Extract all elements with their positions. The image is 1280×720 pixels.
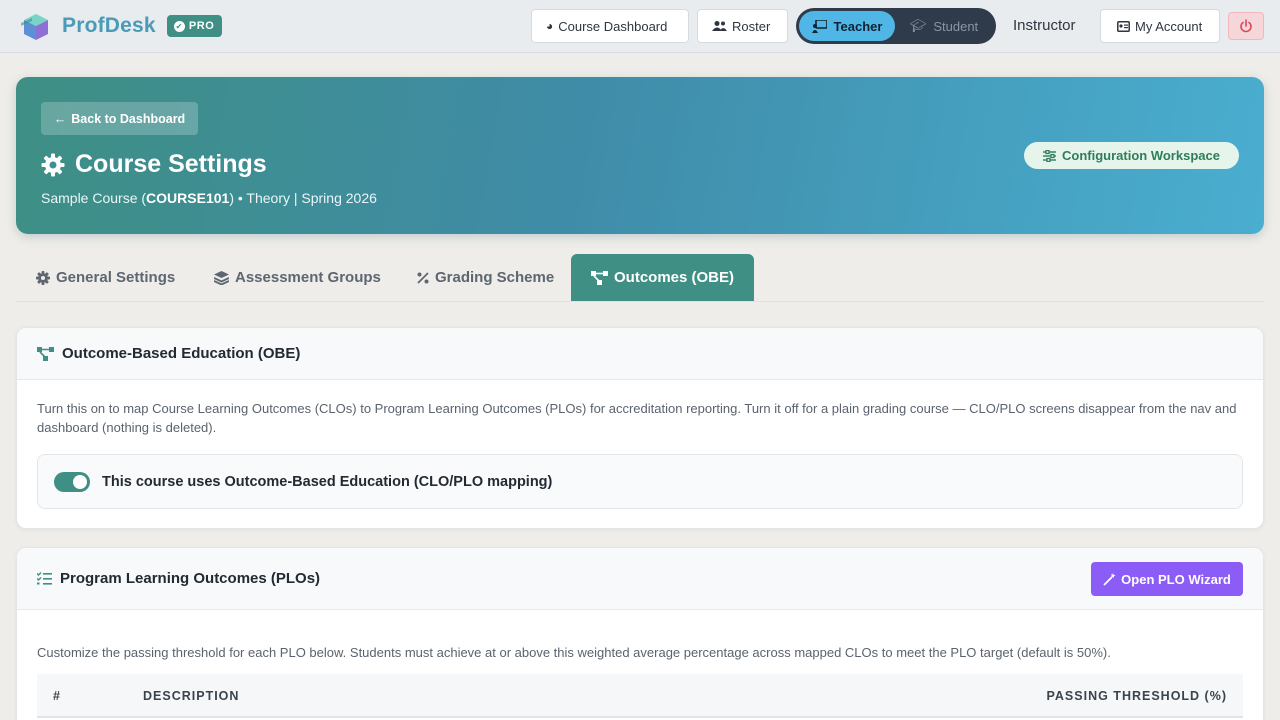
role-student-label: Student	[933, 18, 979, 34]
obe-card-title: Outcome-Based Education (OBE)	[62, 345, 301, 362]
role-toggle[interactable]: Teacher 🎓︎ Student	[796, 8, 996, 44]
teacher-board-icon	[811, 19, 827, 33]
pro-badge: ✔ PRO	[166, 15, 223, 37]
obe-toggle-row: This course uses Outcome-Based Education…	[37, 454, 1243, 509]
magic-wand-icon	[1103, 572, 1116, 586]
id-card-icon	[1117, 20, 1130, 32]
gear-icon	[36, 270, 50, 285]
course-subtitle: Sample Course (COURSE101) • Theory | Spr…	[41, 190, 377, 206]
toggle-knob	[73, 474, 87, 489]
obe-card-header: Outcome-Based Education (OBE)	[17, 328, 1263, 380]
workspace-label: Configuration Workspace	[1062, 148, 1220, 163]
list-check-icon	[37, 572, 52, 585]
obe-toggle-label[interactable]: This course uses Outcome-Based Education…	[102, 474, 552, 490]
my-account-button[interactable]: My Account	[1100, 9, 1220, 43]
user-role-label: Instructor	[1013, 17, 1076, 34]
tab-assessment-groups[interactable]: Assessment Groups	[214, 254, 381, 301]
column-header-number: #	[53, 689, 61, 703]
course-dashboard-button[interactable]: ◕ Course Dashboard	[531, 9, 689, 43]
obe-description: Turn this on to map Course Learning Outc…	[37, 401, 1237, 435]
course-code: COURSE101	[146, 190, 230, 206]
column-header-description: DESCRIPTION	[143, 689, 240, 703]
page-title-text: Course Settings	[75, 150, 267, 178]
percent-icon	[417, 271, 429, 284]
tab-outcomes-obe[interactable]: Outcomes (OBE)	[571, 254, 755, 301]
back-label: Back to Dashboard	[71, 111, 186, 126]
column-header-passing-threshold: PASSING THRESHOLD (%)	[1046, 689, 1227, 703]
dashboard-gauge-icon: ◕	[546, 19, 554, 33]
tab-grading-scheme-label: Grading Scheme	[435, 269, 555, 286]
tab-outcomes-obe-label: Outcomes (OBE)	[614, 269, 735, 286]
check-icon: ✔	[173, 20, 185, 32]
settings-tabs: General Settings Assessment Groups Gradi…	[16, 254, 1264, 302]
arrow-left-icon: ←	[53, 111, 67, 126]
course-name: Sample Course (	[41, 190, 147, 206]
configuration-workspace-badge: Configuration Workspace	[1024, 142, 1239, 169]
power-icon	[1240, 19, 1252, 33]
layers-icon	[214, 270, 229, 285]
users-icon	[712, 21, 727, 31]
graduation-cap-icon: 🎓︎	[909, 18, 927, 33]
open-plo-wizard-button[interactable]: Open PLO Wizard	[1091, 562, 1243, 596]
sliders-icon	[1043, 149, 1057, 162]
tab-assessment-groups-label: Assessment Groups	[235, 269, 381, 286]
plo-card: Program Learning Outcomes (PLOs) Open PL…	[16, 547, 1264, 720]
role-teacher-label: Teacher	[833, 18, 883, 34]
page-title: Course Settings	[41, 150, 267, 179]
course-dashboard-label: Course Dashboard	[558, 18, 668, 34]
course-settings-hero: ← Back to Dashboard Course Settings Samp…	[16, 77, 1264, 234]
role-student-button[interactable]: 🎓︎ Student	[895, 11, 993, 41]
brand-name: ProfDesk	[62, 14, 156, 37]
diagram-icon	[591, 270, 608, 285]
logout-button[interactable]	[1228, 12, 1264, 40]
course-meta: ) • Theory | Spring 2026	[229, 190, 377, 206]
plo-card-title: Program Learning Outcomes (PLOs)	[60, 570, 321, 587]
my-account-label: My Account	[1135, 18, 1203, 34]
top-navbar: ProfDesk ✔ PRO ◕ Course Dashboard Roster…	[0, 0, 1280, 53]
tab-general-settings[interactable]: General Settings	[36, 254, 175, 301]
tab-grading-scheme[interactable]: Grading Scheme	[417, 254, 554, 301]
role-teacher-button[interactable]: Teacher	[799, 11, 895, 41]
brand[interactable]: ProfDesk ✔ PRO	[18, 10, 223, 42]
tab-general-settings-label: General Settings	[56, 269, 176, 286]
cube-logo-icon	[21, 14, 48, 40]
obe-card: Outcome-Based Education (OBE) Turn this …	[16, 327, 1264, 529]
diagram-icon	[37, 346, 54, 361]
pro-badge-label: PRO	[188, 20, 215, 32]
gear-icon	[41, 153, 65, 176]
obe-toggle-switch[interactable]	[54, 471, 90, 492]
open-plo-wizard-label: Open PLO Wizard	[1121, 571, 1231, 587]
roster-button[interactable]: Roster	[697, 9, 788, 43]
plo-description: Customize the passing threshold for each…	[37, 645, 1111, 660]
plo-table-header: # DESCRIPTION PASSING THRESHOLD (%)	[37, 674, 1243, 718]
plo-card-header: Program Learning Outcomes (PLOs) Open PL…	[17, 548, 1263, 610]
roster-label: Roster	[732, 18, 771, 34]
back-to-dashboard-button[interactable]: ← Back to Dashboard	[41, 102, 198, 135]
